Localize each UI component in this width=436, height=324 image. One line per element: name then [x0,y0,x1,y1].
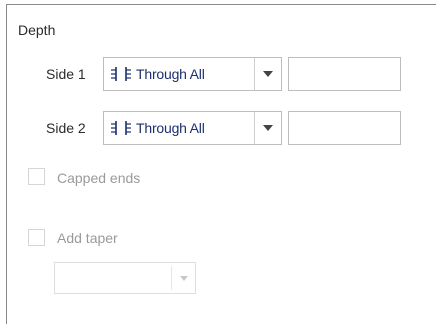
capped-ends-checkbox[interactable] [28,168,45,185]
side1-mode-select[interactable]: Through All [103,57,282,91]
side2-mode-value: Through All [110,120,205,136]
add-taper-label: Add taper [57,230,118,246]
through-all-icon [111,67,131,81]
side1-mode-value: Through All [110,66,205,82]
chevron-down-icon[interactable] [180,276,188,281]
side1-mode-text: Through All [136,66,205,82]
chevron-down-icon[interactable] [263,125,273,131]
section-title-depth: Depth [18,22,56,38]
side1-depth-field[interactable] [288,57,401,91]
through-all-icon [111,121,131,135]
side2-mode-select[interactable]: Through All [103,111,282,145]
taper-angle-select[interactable] [54,262,196,294]
side1-select-divider [254,58,255,90]
add-taper-checkbox[interactable] [28,229,45,246]
side2-depth-field[interactable] [288,111,401,145]
side1-label: Side 1 [46,66,86,82]
side2-select-divider [254,112,255,144]
taper-select-divider [171,266,172,290]
capped-ends-label: Capped ends [57,170,141,186]
side2-mode-text: Through All [136,120,205,136]
side2-label: Side 2 [46,120,86,136]
chevron-down-icon[interactable] [263,71,273,77]
